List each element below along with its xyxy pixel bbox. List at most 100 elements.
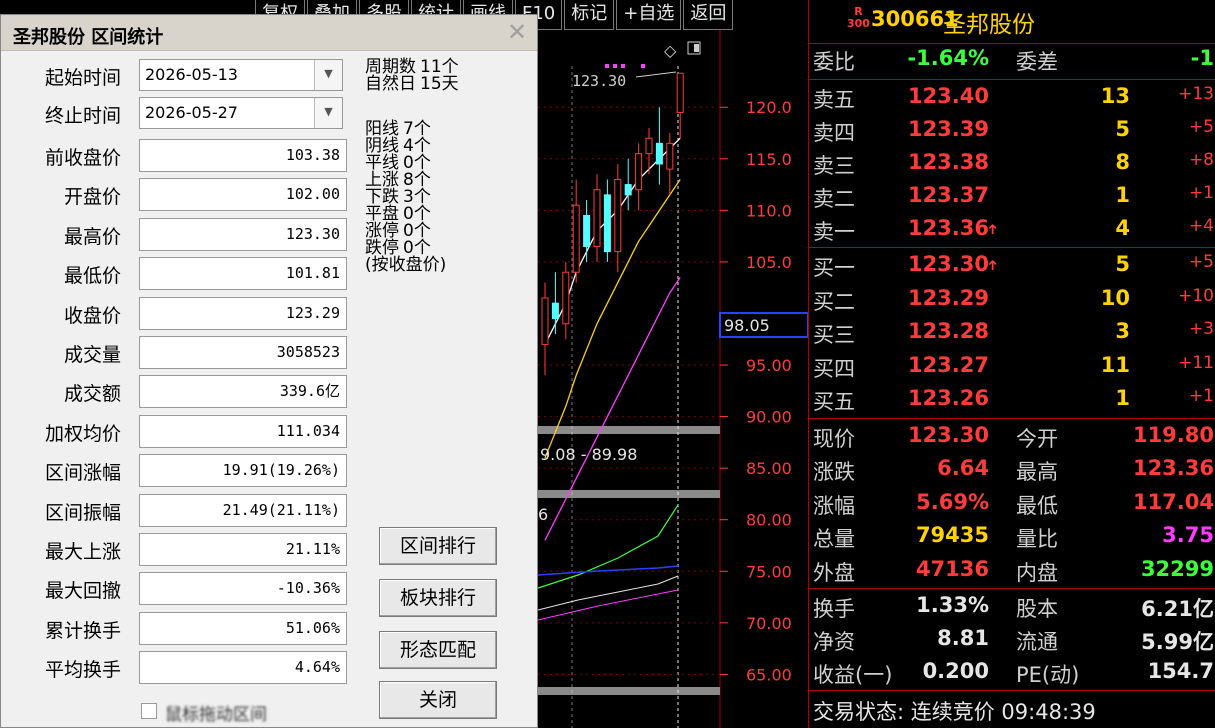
field-label: 最低价 [63,265,121,288]
sell-volume: 1 [1115,183,1130,207]
stat-label: 今开 [1016,427,1058,451]
sell-level-label: 卖五 [813,88,855,112]
buy-row[interactable]: 买三 123.28 3 +3 [809,317,1215,350]
buy-price: 123.27 [907,352,989,377]
diamond-icon[interactable]: ◇ [664,41,677,60]
stock-name: 圣邦股份 [943,12,1035,38]
sector-rank-button[interactable]: 板块排行 [379,579,497,617]
candle-up [645,137,653,155]
buy-price: 123.30 [907,252,989,276]
quote-stat-row[interactable]: 现价 123.30 今开 119.80 [809,421,1215,454]
stat-label: 换手 [813,597,855,621]
buy-row[interactable]: 买五 123.26 1 +1 [809,384,1215,417]
count-stat: 阴线 4个 [365,138,431,155]
sell-change: +13 [1178,84,1214,104]
buy-volume: 1 [1115,386,1130,411]
end-time-label: 终止时间 [44,105,121,127]
buy-change: +5 [1188,252,1214,272]
toolbar-mark-button[interactable]: 标记 [564,0,615,30]
end-time-select[interactable]: 2026-05-27 ▼ [139,97,343,129]
field-value: 3058523 [139,336,347,369]
field-label: 收盘价 [63,304,121,327]
field-value: 19.91(19.26%) [139,454,347,488]
buy-row[interactable]: 买二 123.29 10 +10 [809,284,1215,317]
count-note: (按收盘价) [365,255,447,275]
quote-stat-row[interactable]: 总量 79435 量比 3.75 [809,521,1215,554]
indicator-line-blue [538,565,679,576]
buy-volume: 10 [1100,285,1130,310]
sell-volume: 4 [1115,216,1130,240]
range-rank-button[interactable]: 区间排行 [379,527,497,565]
count-stat: 跌停 0个 [365,240,431,257]
toolbar-back-button[interactable]: 返回 [683,0,734,30]
candle-down [583,215,591,247]
candle-down [551,302,559,320]
price-tick-label: 75.00 [746,562,792,581]
candle-down [603,194,611,253]
sell-volume: 8 [1115,150,1130,174]
quote-stat-row[interactable]: 换手 1.33% 股本 6.21亿 [809,591,1215,624]
start-time-select[interactable]: 2026-05-13 ▼ [139,59,343,91]
buy-change: +10 [1178,285,1214,306]
count-stat: 下跌 3个 [365,189,431,206]
quote-stat-row[interactable]: 外盘 47136 内盘 32299 [809,555,1215,588]
pattern-match-button[interactable]: 形态匹配 [379,631,497,669]
candle-up [572,204,580,273]
stat-value: 3.75 [1162,523,1214,548]
quote-header: R 300 300661 圣邦股份 [809,0,1215,44]
sell-row[interactable]: 卖一 123.36 ➜ 4 +4 [809,214,1215,247]
mouse-drag-checkbox[interactable] [141,703,157,719]
stat-value: 1.33% [916,593,989,617]
buy-price: 123.29 [907,285,989,310]
badge-bottom: 300 [847,17,870,30]
field-value: 101.81 [139,257,347,291]
sell-row[interactable]: 卖二 123.37 1 +1 [809,181,1215,214]
count-stat: 阳线 7个 [365,121,431,138]
weicha-label: 委差 [1016,50,1058,74]
field-value: 51.06% [139,611,347,645]
close-icon[interactable]: ✕ [505,20,529,45]
sell-row[interactable]: 卖五 123.40 13 +13 [809,82,1215,115]
panel-divider [538,426,720,434]
sell-level-label: 卖一 [813,220,855,244]
buy-change: +1 [1188,386,1214,407]
chevron-down-icon[interactable]: ▼ [314,60,342,90]
price-tick-label: 120.0 [746,98,792,117]
stat-label: 最高 [1016,460,1058,485]
stat-label: 量比 [1016,527,1058,552]
kline-chart-svg[interactable]: ◇ 120.0 115.0 110.0 105.0 95.00 90.00 85.00 80.… [538,30,808,728]
stat-label: PE(动) [1016,663,1080,687]
sell-row[interactable]: 卖四 123.39 5 +5 [809,115,1215,148]
field-label: 开盘价 [63,186,121,209]
chevron-down-icon[interactable]: ▼ [314,98,342,128]
market-badge: R 300 [847,6,870,30]
field-label: 加权均价 [44,422,121,445]
buy-row[interactable]: 买一 123.30 ➜ 5 +5 [809,250,1215,283]
stat-value: 32299 [1140,556,1214,581]
quote-stat-row[interactable]: 收益(一) 0.200 PE(动) 154.7 [809,657,1215,690]
price-tick-label: 85.00 [746,459,792,478]
buy-row[interactable]: 买四 123.27 11 +11 [809,351,1215,384]
field-label: 成交额 [63,383,121,406]
toolbar-add-watchlist-button[interactable]: +自选 [616,0,682,30]
buy-price: 123.28 [907,319,989,344]
buy-level-label: 买五 [813,390,855,415]
quote-stat-row[interactable]: 涨跌 6.64 最高 123.36 [809,454,1215,487]
trade-status: 交易状态: 连续竞价 09:48:39 [813,700,1096,724]
candle-up [593,189,601,247]
stat-label: 最低 [1016,493,1058,518]
quote-stat-row[interactable]: 净资 8.81 流通 5.99亿 [809,624,1215,657]
stat-label: 净资 [813,630,855,654]
sell-row[interactable]: 卖三 123.38 8 +8 [809,148,1215,181]
count-stat: 平线 0个 [365,155,431,172]
buy-level-label: 买四 [813,356,855,381]
close-button[interactable]: 关闭 [379,681,497,719]
kline-chart[interactable]: ◇ 120.0 115.0 110.0 105.0 95.00 90.00 85.00 80.… [538,30,808,728]
quote-stat-row[interactable]: 涨幅 5.69% 最低 117.04 [809,488,1215,521]
end-time-value: 2026-05-27 [145,103,238,122]
field-label: 前收盘价 [44,147,121,169]
stat-label: 总量 [813,527,855,552]
candle-down [655,142,663,165]
dialog-titlebar[interactable]: 圣邦股份 区间统计 ✕ [1,15,537,51]
field-value: 123.30 [139,217,347,251]
